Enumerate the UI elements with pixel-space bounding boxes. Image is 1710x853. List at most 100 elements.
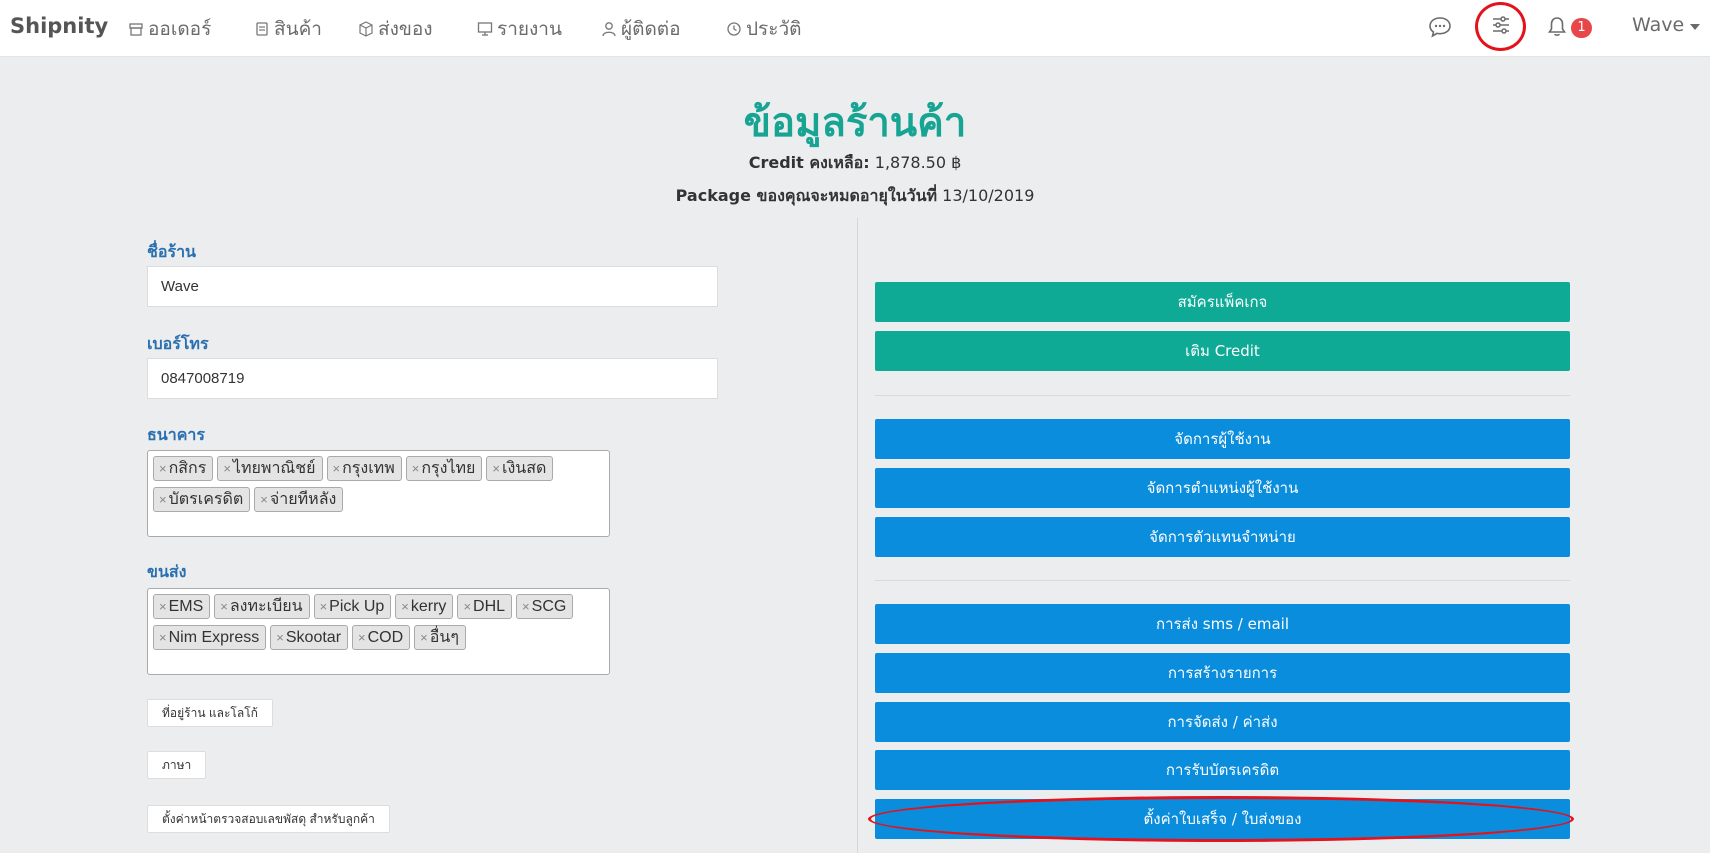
create-items-button[interactable]: การสร้างรายการ bbox=[875, 653, 1570, 693]
top-navbar: Shipnity ออเดอร์ สินค้า ส่งของ รายงาน ผู… bbox=[0, 0, 1710, 57]
box-icon bbox=[359, 21, 373, 37]
bank-tag: × จ่ายทีหลัง bbox=[254, 487, 344, 512]
shipping-tag: × kerry bbox=[395, 594, 454, 619]
shipping-fee-button[interactable]: การจัดส่ง / ค่าส่ง bbox=[875, 702, 1570, 742]
register-package-button[interactable]: สมัครแพ็คเกจ bbox=[875, 282, 1570, 322]
nav-shipping-label: ส่งของ bbox=[378, 18, 433, 40]
bank-tag: × กรุงไทย bbox=[405, 456, 483, 481]
user-icon bbox=[602, 22, 616, 37]
nav-history[interactable]: ประวัติ bbox=[726, 14, 801, 44]
bank-tag: × ไทยพาณิชย์ bbox=[217, 456, 323, 481]
shipping-label: ขนส่ง bbox=[147, 562, 187, 581]
remove-tag-icon[interactable]: × bbox=[276, 630, 284, 645]
nav-products-label: สินค้า bbox=[274, 18, 322, 40]
tag-label: เงินสด bbox=[502, 460, 547, 477]
remove-tag-icon[interactable]: × bbox=[260, 492, 268, 507]
nav-contacts-label: ผู้ติดต่อ bbox=[621, 18, 681, 40]
remove-tag-icon[interactable]: × bbox=[159, 461, 167, 476]
bank-tag: × เงินสด bbox=[486, 456, 554, 481]
credit-info: Credit คงเหลือ: 1,878.50 ฿ bbox=[0, 151, 1710, 176]
tag-label: ลงทะเบียน bbox=[229, 598, 303, 615]
remove-tag-icon[interactable]: × bbox=[401, 599, 409, 614]
bank-tag-select[interactable]: × กสิกร × ไทยพาณิชย์ × กรุงเทพ × กรุงไทย × เงินสด… bbox=[147, 450, 610, 537]
tag-label: จ่ายทีหลัง bbox=[269, 491, 337, 508]
chat-icon[interactable] bbox=[1428, 16, 1452, 38]
package-expiry-value: 13/10/2019 bbox=[942, 186, 1035, 205]
tag-label: ไทยพาณิชย์ bbox=[232, 460, 316, 477]
package-info: Package ของคุณจะหมดอายุในวันที่ 13/10/20… bbox=[0, 184, 1710, 209]
nav-reports[interactable]: รายงาน bbox=[477, 14, 562, 44]
remove-tag-icon[interactable]: × bbox=[412, 461, 420, 476]
remove-tag-icon[interactable]: × bbox=[463, 599, 471, 614]
receipt-settings-button[interactable]: ตั้งค่าใบเสร็จ / ใบส่งของ bbox=[875, 799, 1570, 839]
phone-input[interactable] bbox=[147, 358, 718, 399]
bank-tag: × บัตรเครดิต bbox=[153, 487, 251, 512]
nav-products[interactable]: สินค้า bbox=[254, 14, 322, 44]
credit-card-button[interactable]: การรับบัตรเครดิต bbox=[875, 750, 1570, 790]
nav-history-label: ประวัติ bbox=[746, 18, 802, 40]
remove-tag-icon[interactable]: × bbox=[159, 492, 167, 507]
bank-tag: × กสิกร bbox=[153, 456, 214, 481]
tag-label: Pick Up bbox=[329, 598, 385, 615]
shipping-tag: × Nim Express bbox=[153, 625, 267, 650]
tag-label: SCG bbox=[531, 598, 567, 615]
remove-tag-icon[interactable]: × bbox=[420, 630, 428, 645]
manage-users-button[interactable]: จัดการผู้ใช้งาน bbox=[875, 419, 1570, 459]
remove-tag-icon[interactable]: × bbox=[320, 599, 328, 614]
remove-tag-icon[interactable]: × bbox=[223, 461, 231, 476]
package-label: Package ของคุณจะหมดอายุในวันที่ bbox=[675, 186, 938, 205]
remove-tag-icon[interactable]: × bbox=[358, 630, 366, 645]
language-button[interactable]: ภาษา bbox=[147, 751, 207, 779]
sms-email-button[interactable]: การส่ง sms / email bbox=[875, 604, 1570, 644]
store-icon bbox=[129, 23, 143, 36]
remove-tag-icon[interactable]: × bbox=[522, 599, 530, 614]
section-divider bbox=[875, 580, 1570, 581]
section-divider bbox=[875, 395, 1570, 396]
remove-tag-icon[interactable]: × bbox=[333, 461, 341, 476]
bell-icon[interactable] bbox=[1547, 16, 1567, 38]
brand-logo[interactable]: Shipnity bbox=[10, 14, 108, 38]
shipping-tag: × COD bbox=[352, 625, 411, 650]
nav-shipping[interactable]: ส่งของ bbox=[358, 14, 433, 44]
manage-positions-button[interactable]: จัดการตำแหน่งผู้ใช้งาน bbox=[875, 468, 1570, 508]
remove-tag-icon[interactable]: × bbox=[220, 599, 228, 614]
top-up-credit-button[interactable]: เติม Credit bbox=[875, 331, 1570, 371]
credit-label: Credit คงเหลือ: bbox=[748, 153, 870, 172]
tag-label: กรุงไทย bbox=[421, 460, 476, 477]
shipping-tag: × EMS bbox=[153, 594, 211, 619]
history-icon bbox=[727, 22, 741, 36]
shipping-tag-select[interactable]: × EMS × ลงทะเบียน × Pick Up × kerry × DHL × SCG× Nim… bbox=[147, 588, 610, 675]
monitor-icon bbox=[477, 22, 493, 36]
user-menu-dropdown[interactable]: Wave bbox=[1632, 14, 1701, 36]
shipping-tag: × Pick Up bbox=[313, 594, 392, 619]
shipping-tag: × DHL bbox=[457, 594, 513, 619]
tag-label: กสิกร bbox=[168, 460, 207, 477]
tag-label: kerry bbox=[410, 598, 447, 615]
remove-tag-icon[interactable]: × bbox=[159, 599, 167, 614]
column-divider bbox=[857, 218, 858, 853]
nav-orders-label: ออเดอร์ bbox=[148, 18, 212, 40]
remove-tag-icon[interactable]: × bbox=[159, 630, 167, 645]
shipping-tag: × ลงทะเบียน bbox=[214, 594, 310, 619]
manage-dealers-button[interactable]: จัดการตัวแทนจำหน่าย bbox=[875, 517, 1570, 557]
tag-label: EMS bbox=[168, 598, 204, 615]
user-name: Wave bbox=[1632, 14, 1685, 36]
nav-reports-label: รายงาน bbox=[497, 18, 562, 40]
shipping-tag: × Skootar bbox=[270, 625, 349, 650]
tag-label: Skootar bbox=[285, 629, 342, 646]
remove-tag-icon[interactable]: × bbox=[492, 461, 500, 476]
credit-value: 1,878.50 ฿ bbox=[874, 153, 962, 172]
shop-name-input[interactable] bbox=[147, 266, 718, 307]
address-logo-button[interactable]: ที่อยู่ร้าน และโลโก้ bbox=[147, 699, 273, 727]
shipping-tag: × SCG bbox=[516, 594, 574, 619]
bank-tag: × กรุงเทพ bbox=[326, 456, 402, 481]
tag-label: Nim Express bbox=[168, 629, 260, 646]
tag-label: บัตรเครดิต bbox=[168, 491, 244, 508]
nav-contacts[interactable]: ผู้ติดต่อ bbox=[601, 14, 681, 44]
tag-label: DHL bbox=[473, 598, 506, 615]
tag-label: อื่นๆ bbox=[429, 629, 459, 646]
nav-orders[interactable]: ออเดอร์ bbox=[128, 14, 211, 44]
tracking-page-settings-button[interactable]: ตั้งค่าหน้าตรวจสอบเลขพัสดุ สำหรับลูกค้า bbox=[147, 805, 390, 833]
notification-badge: 1 bbox=[1571, 18, 1592, 38]
shop-name-label: ชื่อร้าน bbox=[147, 242, 196, 261]
